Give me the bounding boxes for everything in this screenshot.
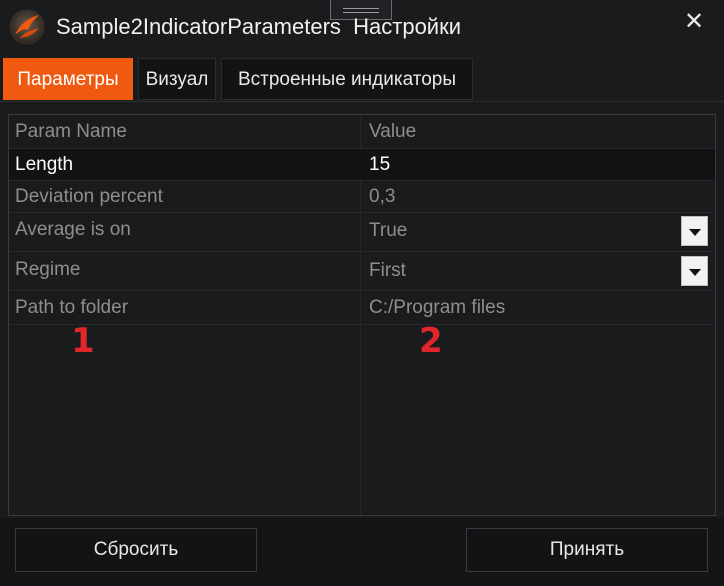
param-name-cell: Regime [15,259,81,280]
annotation-marker-1: 1 [71,321,95,361]
param-name-cell: Length [15,154,74,175]
settings-dialog: Sample2IndicatorParameters Настройки ✕ П… [0,0,724,586]
title-bar: Sample2IndicatorParameters Настройки ✕ [0,0,724,56]
table-row[interactable]: Deviation percent 0,3 [9,181,715,213]
header-param-name: Param Name [15,121,127,142]
annotation-marker-2: 2 [419,321,443,361]
reset-button[interactable]: Сбросить [15,528,257,572]
tab-divider [0,101,724,102]
parameters-grid: Param Name Value Length 15 Deviation per… [8,114,716,516]
param-name-cell: Average is on [15,219,131,240]
param-value-cell[interactable]: First [369,260,406,282]
tab-parameters[interactable]: Параметры [3,58,133,100]
param-name-cell: Path to folder [15,297,129,318]
accept-button[interactable]: Принять [466,528,708,572]
window-title: Sample2IndicatorParameters Настройки [56,14,462,39]
close-icon[interactable]: ✕ [680,8,708,36]
chevron-down-icon[interactable] [681,256,708,286]
tab-builtin-indicators[interactable]: Встроенные индикаторы [221,58,473,100]
param-value-cell[interactable]: C:/Program files [369,297,505,319]
tab-visual[interactable]: Визуал [138,58,216,100]
app-logo-icon [9,9,45,45]
param-value-cell[interactable]: 0,3 [369,186,395,208]
grid-header-row: Param Name Value [9,115,715,149]
table-row[interactable]: Average is on True [9,213,715,252]
chevron-down-icon[interactable] [681,216,708,246]
table-row[interactable]: Length 15 [9,149,715,181]
param-value-cell[interactable]: True [369,220,407,242]
param-value-cell[interactable]: 15 [369,154,390,176]
table-row[interactable]: Path to folder C:/Program files [9,291,715,325]
header-value: Value [369,121,417,142]
footer-bar: Сбросить Принять [0,518,724,586]
table-row[interactable]: Regime First [9,252,715,291]
param-name-cell: Deviation percent [15,186,163,207]
